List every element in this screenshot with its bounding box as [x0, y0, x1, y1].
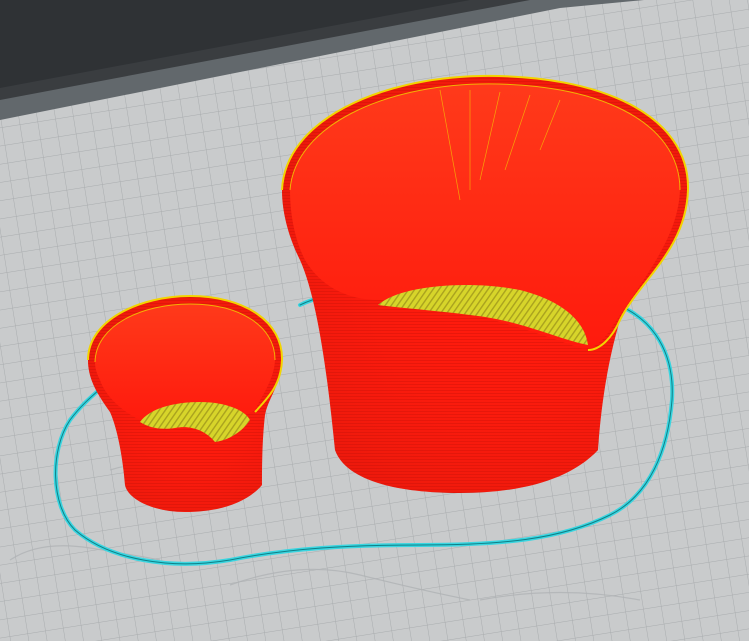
slicer-3d-preview-viewport[interactable]: [0, 0, 749, 641]
gcode-preview-canvas[interactable]: [0, 0, 749, 641]
small-cup-interior: [95, 304, 275, 420]
